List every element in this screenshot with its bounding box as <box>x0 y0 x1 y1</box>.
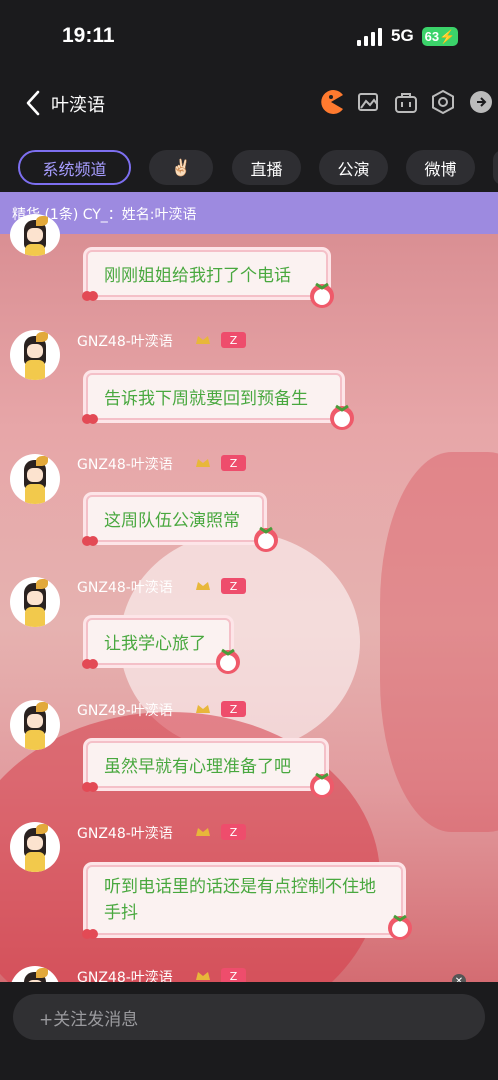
crown-icon <box>196 582 210 590</box>
berry-icon <box>82 536 98 546</box>
strawberry-sticker-icon <box>310 282 334 308</box>
sender-name: GNZ48-叶湙语 <box>77 826 173 842</box>
berry-icon <box>82 782 98 792</box>
clock: 19:11 <box>62 24 115 47</box>
sender-name: GNZ48-叶湙语 <box>77 457 173 473</box>
message-bubble[interactable]: 告诉我下周就要回到预备生 <box>86 373 342 420</box>
tab-live[interactable]: 直播 <box>232 150 301 185</box>
sender-name: GNZ48-叶湙语 <box>77 334 173 350</box>
avatar[interactable] <box>10 700 60 750</box>
channel-tabs: 系统频道 ✌🏻 直播 公演 微博 <box>0 134 498 192</box>
page-title: 叶湙语 <box>51 95 105 116</box>
image-icon[interactable] <box>356 89 382 115</box>
avatar[interactable] <box>10 822 60 872</box>
message-bubble[interactable]: 让我学心旅了 <box>86 618 231 665</box>
tab-system-channel[interactable]: 系统频道 <box>18 150 131 185</box>
back-arrow-icon[interactable] <box>22 88 46 118</box>
berry-icon <box>82 414 98 424</box>
settings-icon[interactable] <box>430 89 456 115</box>
bag-icon[interactable] <box>393 89 419 115</box>
composer-bar: +关注发消息 <box>0 982 498 1080</box>
status-bar: 19:11 5G 63 ⚡ <box>0 0 498 72</box>
pacman-icon[interactable] <box>318 89 344 115</box>
member-badge: Z <box>221 578 246 594</box>
chat-header: 叶湙语 <box>0 72 498 134</box>
member-badge: Z <box>221 824 246 840</box>
tab-victory[interactable]: ✌🏻 <box>149 150 213 185</box>
background-strawberry-right <box>380 452 498 832</box>
avatar[interactable] <box>10 454 60 504</box>
pinned-banner[interactable]: 精华 (1条) CY_：姓名:叶湙语 <box>0 192 498 234</box>
berry-icon <box>82 291 98 301</box>
member-badge: Z <box>221 968 246 982</box>
tab-performance[interactable]: 公演 <box>319 150 388 185</box>
strawberry-sticker-icon <box>310 772 334 798</box>
strawberry-sticker-icon <box>216 648 240 674</box>
crown-icon <box>196 459 210 467</box>
strawberry-sticker-icon <box>388 914 412 940</box>
strawberry-sticker-icon <box>330 404 354 430</box>
crown-icon <box>196 972 210 980</box>
member-badge: Z <box>221 701 246 717</box>
tab-overflow[interactable] <box>493 150 498 185</box>
sender-name: GNZ48-叶湙语 <box>77 580 173 596</box>
signal-icon <box>357 28 383 46</box>
crown-icon <box>196 336 210 344</box>
sender-name: GNZ48-叶湙语 <box>77 970 173 982</box>
close-icon[interactable]: ✕ <box>452 974 466 982</box>
berry-icon <box>82 659 98 669</box>
more-icon[interactable] <box>468 89 494 115</box>
avatar[interactable] <box>10 330 60 380</box>
battery-level: 63 <box>424 29 440 44</box>
avatar[interactable] <box>10 577 60 627</box>
member-badge: Z <box>221 455 246 471</box>
message-bubble[interactable]: 听到电话里的话还是有点控制不住地手抖 <box>86 865 403 935</box>
crown-icon <box>196 828 210 836</box>
message-bubble[interactable]: 这周队伍公演照常 <box>86 495 264 542</box>
message-list[interactable]: 精华 (1条) CY_：姓名:叶湙语 刚刚姐姐给我打了个电话 GNZ48-叶湙语… <box>0 192 498 982</box>
battery-icon: 63 ⚡ <box>422 27 458 46</box>
message-bubble[interactable]: 虽然早就有心理准备了吧 <box>86 741 326 788</box>
message-input[interactable]: +关注发消息 <box>13 994 485 1040</box>
crown-icon <box>196 705 210 713</box>
network-label: 5G <box>391 26 414 45</box>
message-bubble[interactable]: 刚刚姐姐给我打了个电话 <box>86 250 328 297</box>
sender-name: GNZ48-叶湙语 <box>77 703 173 719</box>
tab-weibo[interactable]: 微博 <box>406 150 475 185</box>
avatar[interactable] <box>10 214 60 256</box>
strawberry-sticker-icon <box>254 526 278 552</box>
member-badge: Z <box>221 332 246 348</box>
berry-icon <box>82 929 98 939</box>
